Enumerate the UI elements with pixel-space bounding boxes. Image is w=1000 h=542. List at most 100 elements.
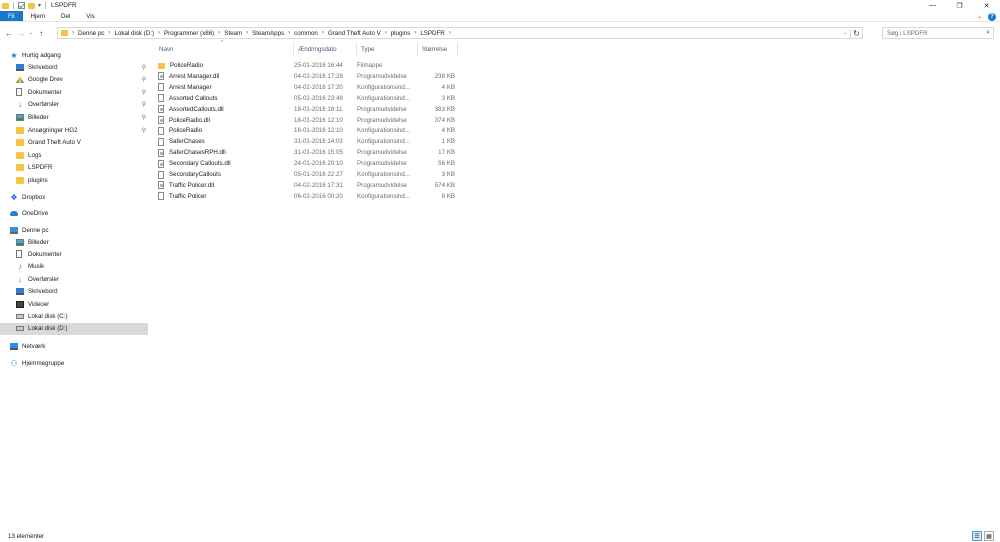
nav-quick-item[interactable]: Google Drev ⚲ [0, 74, 148, 86]
nav-pc-item[interactable]: Lokal disk (C:) [0, 310, 148, 322]
nav-this-pc[interactable]: Denne pc [0, 224, 148, 236]
breadcrumb-this-pc[interactable]: Denne pc [78, 30, 105, 37]
file-row[interactable]: SaferChases 31-01-2016 14:03 Konfiguration… [155, 136, 465, 147]
file-row[interactable]: Traffic Policer.dll 04-02-2016 17:31 Progr… [155, 180, 465, 191]
chevron-right-icon[interactable]: › [449, 30, 451, 36]
pin-icon[interactable]: ⚲ [142, 76, 146, 83]
column-header-type[interactable]: Type [357, 42, 418, 56]
minimize-button[interactable]: — [919, 0, 946, 11]
disk-icon [16, 326, 24, 332]
pin-icon[interactable]: ⚲ [142, 101, 146, 108]
maximize-button[interactable]: ❐ [946, 0, 973, 11]
tab-file[interactable]: Fil [0, 11, 23, 21]
nav-homegroup[interactable]: ⚇ Hjemmegruppe [0, 357, 148, 369]
customize-toolbar-icon[interactable]: ▾ [38, 2, 41, 9]
tab-view[interactable]: Vis [78, 11, 102, 21]
nav-quick-item[interactable]: Logs [0, 149, 148, 161]
pin-icon[interactable]: ⚲ [142, 89, 146, 96]
nav-pc-item[interactable]: Skrivebord [0, 286, 148, 298]
file-row[interactable]: PoliceRadio 25-01-2016 16:44 Filmappe [155, 60, 465, 71]
properties-icon[interactable] [18, 2, 25, 9]
breadcrumb-steam[interactable]: Steam [224, 30, 242, 37]
nav-pc-item[interactable]: Videoer [0, 298, 148, 310]
config-file-icon [158, 137, 164, 146]
nav-pc-item[interactable]: ♪ Musik [0, 261, 148, 273]
chevron-right-icon[interactable]: › [322, 30, 324, 36]
chevron-right-icon[interactable]: › [414, 30, 416, 36]
nav-quick-item[interactable]: plugins [0, 174, 148, 186]
nav-quick-access[interactable]: ★ Hurtig adgang [0, 49, 148, 61]
file-date: 25-01-2016 16:44 [294, 62, 343, 69]
column-header-size[interactable]: Størrelse [418, 42, 458, 56]
pin-icon[interactable]: ⚲ [142, 127, 146, 134]
new-folder-icon[interactable] [28, 2, 35, 9]
nav-quick-item[interactable]: ↓ Overførsler ⚲ [0, 99, 148, 111]
column-header-date[interactable]: Ændringsdato [294, 42, 357, 56]
recent-locations-button[interactable]: ⌄ [27, 27, 35, 39]
nav-quick-item[interactable]: Billeder ⚲ [0, 111, 148, 123]
search-input[interactable]: Søg i LSPDFR ⌕ [882, 27, 994, 39]
breadcrumb-lspdfr[interactable]: LSPDFR [420, 30, 444, 37]
nav-pc-item[interactable]: Lokal disk (D:) [0, 322, 148, 335]
file-row[interactable]: AssortedCallouts.dll 18-01-2016 18:11 Prog… [155, 104, 465, 115]
file-size [415, 60, 455, 71]
chevron-right-icon[interactable]: › [385, 30, 387, 36]
search-icon[interactable]: ⌕ [986, 29, 990, 37]
chevron-right-icon[interactable]: › [288, 30, 290, 36]
chevron-right-icon[interactable]: › [109, 30, 111, 36]
file-row[interactable]: Assorted Callouts 05-02-2016 23:48 Konfigu… [155, 93, 465, 104]
nav-dropbox[interactable]: ❖ Dropbox [0, 191, 148, 203]
nav-pc-item[interactable]: Dokumenter [0, 248, 148, 260]
chevron-right-icon[interactable]: › [246, 30, 248, 36]
file-size: 4 KB [441, 127, 455, 135]
breadcrumb-plugins[interactable]: plugins [391, 30, 411, 37]
breadcrumb-steamapps[interactable]: SteamApps [252, 30, 284, 37]
nav-quick-item[interactable]: Dokumenter ⚲ [0, 86, 148, 98]
breadcrumb-programs[interactable]: Programmer (x86) [164, 30, 214, 37]
file-type: Programudvidelse [357, 72, 407, 80]
column-label: Ændringsdato [298, 45, 337, 53]
nav-quick-item[interactable]: Skrivebord ⚲ [0, 61, 148, 73]
close-button[interactable]: ✕ [973, 0, 1000, 11]
nav-label: Billeder [28, 238, 49, 246]
forward-button[interactable]: → [15, 27, 27, 39]
tab-home[interactable]: Hjem [23, 11, 53, 21]
nav-quick-item[interactable]: LSPDFR [0, 162, 148, 174]
nav-network[interactable]: Netværk [0, 340, 148, 352]
breadcrumb-gta-v[interactable]: Grand Theft Auto V [328, 30, 381, 37]
up-button[interactable]: ↑ [35, 27, 47, 39]
nav-quick-item[interactable]: Ansøgninger HG2 ⚲ [0, 124, 148, 136]
file-row[interactable]: PoliceRadio 18-01-2016 12:10 Konfiguration… [155, 125, 465, 136]
column-header-name[interactable]: Navn ^ [155, 40, 294, 56]
file-row[interactable]: Secondary Callouts.dll 24-01-2016 20:10 Pr… [155, 158, 465, 169]
file-row[interactable]: Traffic Policer 06-02-2016 00:20 Konfigura… [155, 191, 465, 202]
pin-icon[interactable]: ⚲ [142, 64, 146, 71]
expand-ribbon-icon[interactable]: ⌄ [977, 13, 982, 20]
nav-label: Lokal disk (D:) [28, 325, 68, 333]
large-icons-view-button[interactable]: ▦ [984, 531, 994, 541]
chevron-right-icon[interactable]: › [72, 30, 74, 36]
file-row[interactable]: Arrest Manager 04-02-2016 17:20 Konfigurat… [155, 82, 465, 93]
breadcrumb-common[interactable]: common [294, 30, 318, 37]
nav-label: Musik [28, 263, 45, 271]
pin-icon[interactable]: ⚲ [142, 114, 146, 121]
help-icon[interactable]: ? [988, 12, 996, 21]
nav-onedrive[interactable]: OneDrive [0, 207, 148, 219]
chevron-right-icon[interactable]: › [158, 30, 160, 36]
back-button[interactable]: ← [3, 27, 15, 39]
chevron-right-icon[interactable]: › [218, 30, 220, 36]
nav-quick-item[interactable]: Grand Theft Auto V [0, 137, 148, 149]
nav-pc-item[interactable]: Billeder [0, 236, 148, 248]
address-bar[interactable]: › Denne pc › Lokal disk (D:) › Programme… [57, 27, 863, 39]
nav-pc-item[interactable]: ↓ Overførsler [0, 273, 148, 285]
dll-file-icon [158, 116, 164, 124]
file-row[interactable]: SaferChasesRPH.dll 31-01-2016 15:05 Progra… [155, 147, 465, 158]
tab-share[interactable]: Del [53, 11, 78, 21]
details-view-button[interactable]: ☰ [972, 531, 982, 541]
chevron-down-icon[interactable]: ⌄ [841, 30, 850, 36]
file-row[interactable]: Arrest Manager.dll 04-02-2016 17:28 Progra… [155, 71, 465, 82]
file-row[interactable]: SecondaryCallouts 05-01-2016 22:27 Konfigu… [155, 169, 465, 180]
refresh-icon[interactable]: ↻ [850, 28, 862, 38]
breadcrumb-disk-d[interactable]: Lokal disk (D:) [115, 30, 155, 37]
file-row[interactable]: PoliceRadio.dll 18-01-2016 12:10 Programud… [155, 115, 465, 126]
